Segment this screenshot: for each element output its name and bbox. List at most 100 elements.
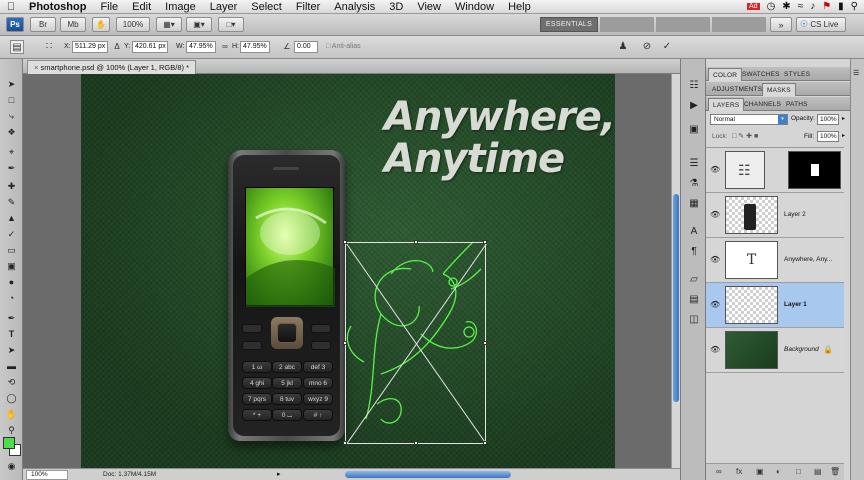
status-menu-icon[interactable]: ▸ — [277, 470, 281, 478]
navigator-panel-icon[interactable]: ▣ — [686, 123, 702, 137]
fill-arrow-icon[interactable]: ▸ — [842, 132, 845, 139]
transform-handle-tr[interactable] — [483, 240, 487, 244]
layer-comps-panel-icon[interactable]: ◫ — [686, 313, 702, 327]
opacity-arrow-icon[interactable]: ▸ — [842, 115, 845, 122]
quick-mask-icon[interactable]: ◉ — [3, 459, 20, 473]
menu-window[interactable]: Window — [448, 0, 501, 14]
tab-layers[interactable]: LAYERS — [708, 98, 745, 111]
layer-visibility-icon[interactable]: 👁 — [710, 345, 720, 354]
layer-row-adjustment[interactable]: 👁 ☷ — [706, 148, 844, 193]
layer-row-layer-2[interactable]: 👁 Layer 2 — [706, 193, 844, 238]
x-position-field[interactable]: 511.29 px — [72, 41, 108, 53]
time-machine-icon[interactable]: ◷ — [767, 1, 776, 12]
layer-visibility-icon[interactable]: 👁 — [710, 210, 720, 219]
zoom-level-select[interactable]: 100% — [116, 17, 150, 32]
cancel-transform-icon[interactable]: ⊘ — [640, 40, 654, 54]
tool-preset-picker[interactable]: ▤ — [10, 40, 24, 54]
lock-icons[interactable]: □✎✚■ — [732, 132, 760, 140]
vertical-scrollbar[interactable] — [671, 74, 680, 468]
tab-swatches[interactable]: SWATCHES — [738, 68, 784, 81]
layer-visibility-icon[interactable]: 👁 — [710, 165, 720, 174]
menu-edit[interactable]: Edit — [125, 0, 158, 14]
width-field[interactable]: 47.95% — [186, 41, 216, 53]
workspace-design[interactable] — [600, 17, 654, 32]
character-panel-icon[interactable]: A — [686, 225, 702, 239]
commit-transform-icon[interactable]: ✓ — [660, 40, 674, 54]
pen-tool-icon[interactable]: ✒ — [3, 311, 20, 325]
panels-scrollbar[interactable]: ☰ — [850, 59, 864, 480]
layer-row-layer-1[interactable]: 👁 Layer 1 — [706, 283, 844, 328]
fill-field[interactable]: 100% — [817, 131, 839, 142]
battery-icon[interactable]: ▮ — [838, 1, 844, 12]
vertical-scroll-thumb[interactable] — [673, 194, 679, 402]
document-tab[interactable]: × smartphone.psd @ 100% (Layer 1, RGB/8)… — [27, 60, 197, 74]
menu-view[interactable]: View — [410, 0, 448, 14]
relative-position-icon[interactable]: Δ — [110, 40, 124, 54]
zoom-tool-icon[interactable]: ⚲ — [3, 423, 20, 437]
crop-tool-icon[interactable]: ⌖ — [3, 145, 20, 159]
tool-presets-panel-icon[interactable]: ▦ — [686, 197, 702, 211]
spotlight-icon[interactable]: ⚲ — [851, 1, 858, 12]
apple-menu-icon[interactable]:  — [0, 1, 22, 13]
foreground-color-swatch[interactable] — [3, 437, 15, 449]
history-panel-icon[interactable]: ☷ — [686, 79, 702, 93]
eraser-tool-icon[interactable]: ▭ — [3, 243, 20, 257]
layer-row-text[interactable]: 👁 T Anywhere, Any... — [706, 238, 844, 283]
delete-layer-icon[interactable]: 🗑 — [830, 464, 840, 480]
workspace-switcher-icon[interactable]: » — [770, 17, 792, 32]
transform-bounding-box[interactable] — [343, 240, 487, 445]
opacity-field[interactable]: 100% — [817, 114, 839, 125]
tab-channels[interactable]: CHANNELS — [740, 98, 785, 111]
close-document-icon[interactable]: × — [34, 63, 38, 72]
hand-tool-icon[interactable]: ✋ — [92, 17, 110, 32]
menu-photoshop[interactable]: Photoshop — [22, 0, 93, 14]
brush-panel-icon[interactable]: ☰ — [686, 157, 702, 171]
menu-image[interactable]: Image — [158, 0, 203, 14]
panel-menu-icon[interactable]: ☰ — [853, 69, 859, 77]
adobe-icon[interactable]: Ad — [747, 3, 760, 10]
tab-masks[interactable]: MASKS — [762, 83, 796, 96]
y-position-field[interactable]: 420.61 px — [132, 41, 168, 53]
menu-layer[interactable]: Layer — [203, 0, 245, 14]
new-layer-icon[interactable]: ▤ — [814, 464, 822, 480]
launch-bridge-button[interactable]: Br — [30, 17, 56, 32]
transform-handle-r[interactable] — [483, 341, 487, 345]
dodge-tool-icon[interactable]: ◔ — [3, 291, 20, 305]
tab-color[interactable]: COLOR — [708, 68, 743, 81]
history-brush-tool-icon[interactable]: ✓ — [3, 227, 20, 241]
transform-handle-l[interactable] — [343, 341, 347, 345]
screen-mode-button[interactable]: □▾ — [218, 17, 244, 32]
layer-style-icon[interactable]: fx — [736, 464, 742, 480]
blur-tool-icon[interactable]: ● — [3, 275, 20, 289]
link-icon[interactable]: ∞ — [218, 40, 232, 54]
path-selection-tool-icon[interactable]: ➤ — [3, 343, 20, 357]
3d-orbit-tool-icon[interactable]: ◯ — [3, 391, 20, 405]
menu-help[interactable]: Help — [501, 0, 538, 14]
menu-analysis[interactable]: Analysis — [327, 0, 382, 14]
new-adjustment-icon[interactable]: ◐ — [776, 464, 781, 480]
layer-row-background[interactable]: 👁 Background 🔒 — [706, 328, 844, 373]
document-size-info[interactable]: Doc: 1.37M/4.15M — [103, 470, 156, 480]
bluetooth-icon[interactable]: ✱ — [782, 1, 790, 12]
layer-visibility-icon[interactable]: 👁 — [710, 300, 720, 309]
workspace-painting[interactable] — [656, 17, 710, 32]
menu-select[interactable]: Select — [244, 0, 289, 14]
clone-stamp-tool-icon[interactable]: ▲ — [3, 211, 20, 225]
marquee-tool-icon[interactable]: □ — [3, 93, 20, 107]
workspace-more[interactable] — [712, 17, 766, 32]
brush-tool-icon[interactable]: ✎ — [3, 195, 20, 209]
paragraph-panel-icon[interactable]: ¶ — [686, 245, 702, 259]
eyedropper-tool-icon[interactable]: ✒ — [3, 161, 20, 175]
clone-source-panel-icon[interactable]: ⚗ — [686, 177, 702, 191]
rotate-angle-field[interactable]: 0.00 — [294, 41, 318, 53]
transform-handle-br[interactable] — [483, 441, 487, 445]
warp-mode-icon[interactable]: ♟ — [616, 40, 630, 54]
healing-brush-tool-icon[interactable]: ✚ — [3, 179, 20, 193]
arrange-documents-button[interactable]: ▣▾ — [186, 17, 212, 32]
menu-file[interactable]: File — [93, 0, 125, 14]
3d-panel-icon[interactable]: ▱ — [686, 273, 702, 287]
add-mask-icon[interactable]: ▣ — [756, 464, 764, 480]
transform-handle-tl[interactable] — [343, 240, 347, 244]
cs-live-button[interactable]: ☉ CS Live — [796, 17, 846, 32]
hand-tool-icon-2[interactable]: ✋ — [3, 407, 20, 421]
